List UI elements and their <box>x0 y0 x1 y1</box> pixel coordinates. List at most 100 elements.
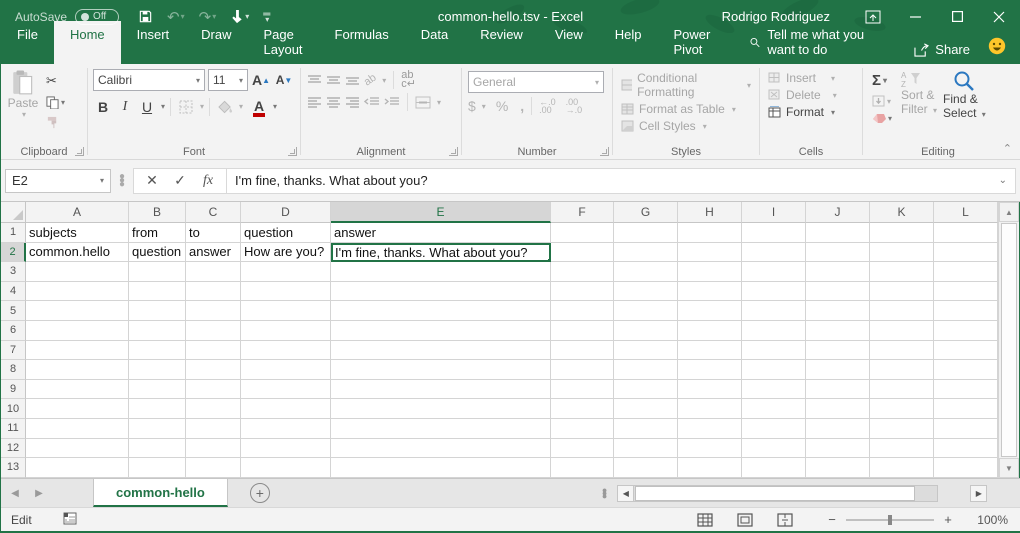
page-break-preview-button[interactable] <box>772 510 798 530</box>
cell-G10[interactable] <box>614 399 678 419</box>
cell-G1[interactable] <box>614 223 678 243</box>
user-name[interactable]: Rodrigo Rodriguez <box>722 9 830 24</box>
cell-F10[interactable] <box>551 399 614 419</box>
cell-D13[interactable] <box>241 458 331 478</box>
cell-H9[interactable] <box>678 380 742 400</box>
zoom-level[interactable]: 100% <box>964 513 1008 527</box>
autosum-button[interactable]: Σ▾ <box>869 70 895 91</box>
close-button[interactable] <box>978 0 1020 33</box>
cell-B11[interactable] <box>129 419 186 439</box>
font-color-button[interactable]: A <box>249 96 269 117</box>
cell-B4[interactable] <box>129 282 186 302</box>
cell-J1[interactable] <box>806 223 870 243</box>
row-header-9[interactable]: 9 <box>1 380 26 400</box>
column-header-I[interactable]: I <box>742 202 806 223</box>
cell-C10[interactable] <box>186 399 241 419</box>
cell-L9[interactable] <box>934 380 998 400</box>
undo-button[interactable]: ↶▾ <box>162 4 190 30</box>
cell-A10[interactable] <box>26 399 129 419</box>
cell-F5[interactable] <box>551 301 614 321</box>
cell-H7[interactable] <box>678 341 742 361</box>
column-header-D[interactable]: D <box>241 202 331 223</box>
cell-A5[interactable] <box>26 301 129 321</box>
tab-view[interactable]: View <box>539 21 599 64</box>
cell-I4[interactable] <box>742 282 806 302</box>
cell-H4[interactable] <box>678 282 742 302</box>
cell-H2[interactable] <box>678 243 742 263</box>
accounting-format-button[interactable]: $ <box>468 98 476 114</box>
cell-B10[interactable] <box>129 399 186 419</box>
cell-B2[interactable]: question <box>129 243 186 263</box>
cell-K13[interactable] <box>870 458 934 478</box>
cell-H12[interactable] <box>678 439 742 459</box>
find-select-button[interactable]: Find &Select ▾ <box>943 92 986 122</box>
cell-F7[interactable] <box>551 341 614 361</box>
cell-K5[interactable] <box>870 301 934 321</box>
cell-L10[interactable] <box>934 399 998 419</box>
tab-review[interactable]: Review <box>464 21 539 64</box>
tab-formulas[interactable]: Formulas <box>319 21 405 64</box>
column-header-G[interactable]: G <box>614 202 678 223</box>
cell-L13[interactable] <box>934 458 998 478</box>
cell-styles-button[interactable]: Cell Styles ▾ <box>621 119 751 133</box>
macro-record-button[interactable] <box>62 511 77 528</box>
cell-J10[interactable] <box>806 399 870 419</box>
cell-J12[interactable] <box>806 439 870 459</box>
cell-B12[interactable] <box>129 439 186 459</box>
cell-F13[interactable] <box>551 458 614 478</box>
formula-input[interactable]: I'm fine, thanks. What about you? ⌄ <box>227 168 1016 194</box>
page-layout-view-button[interactable] <box>732 510 758 530</box>
wrap-text-button[interactable]: abc↵ <box>401 71 416 89</box>
font-name-select[interactable]: Calibri ▾ <box>93 69 205 91</box>
zoom-in-button[interactable]: + <box>940 512 956 527</box>
cell-G11[interactable] <box>614 419 678 439</box>
vertical-scrollbar[interactable]: ▲ ▼ <box>998 202 1019 478</box>
font-size-select[interactable]: 11 ▾ <box>208 69 248 91</box>
cell-C2[interactable]: answer <box>186 243 241 263</box>
cell-K11[interactable] <box>870 419 934 439</box>
horizontal-scrollbar[interactable]: ◀ ▶ <box>617 479 987 507</box>
cell-L1[interactable] <box>934 223 998 243</box>
cell-D9[interactable] <box>241 380 331 400</box>
cell-F12[interactable] <box>551 439 614 459</box>
horizontal-scroll-thumb[interactable] <box>635 486 915 501</box>
cell-K1[interactable] <box>870 223 934 243</box>
cell-H11[interactable] <box>678 419 742 439</box>
middle-align-icon[interactable] <box>326 74 341 86</box>
redo-button[interactable]: ↷▾ <box>194 4 222 30</box>
customize-qat-button[interactable]: ═▾ <box>258 4 275 30</box>
column-header-H[interactable]: H <box>678 202 742 223</box>
cell-G3[interactable] <box>614 262 678 282</box>
new-sheet-button[interactable]: + <box>250 483 270 503</box>
tab-data[interactable]: Data <box>405 21 464 64</box>
cell-E13[interactable] <box>331 458 551 478</box>
cell-A11[interactable] <box>26 419 129 439</box>
cell-F1[interactable] <box>551 223 614 243</box>
cell-I1[interactable] <box>742 223 806 243</box>
maximize-button[interactable] <box>936 0 978 33</box>
cell-I9[interactable] <box>742 380 806 400</box>
row-header-2[interactable]: 2 <box>1 243 26 263</box>
format-as-table-button[interactable]: Format as Table ▾ <box>621 102 751 116</box>
cell-D12[interactable] <box>241 439 331 459</box>
cell-G6[interactable] <box>614 321 678 341</box>
vertical-scroll-thumb[interactable] <box>1001 223 1017 457</box>
cell-B1[interactable]: from <box>129 223 186 243</box>
cell-F9[interactable] <box>551 380 614 400</box>
cell-H5[interactable] <box>678 301 742 321</box>
horizontal-scroll-track[interactable] <box>634 485 938 502</box>
cell-F11[interactable] <box>551 419 614 439</box>
cell-B5[interactable] <box>129 301 186 321</box>
cell-C13[interactable] <box>186 458 241 478</box>
cell-J11[interactable] <box>806 419 870 439</box>
cell-A2[interactable]: common.hello <box>26 243 129 263</box>
cell-K12[interactable] <box>870 439 934 459</box>
cell-C8[interactable] <box>186 360 241 380</box>
scroll-down-button[interactable]: ▼ <box>999 458 1019 478</box>
cell-I11[interactable] <box>742 419 806 439</box>
cell-L12[interactable] <box>934 439 998 459</box>
column-header-A[interactable]: A <box>26 202 129 223</box>
row-header-3[interactable]: 3 <box>1 262 26 282</box>
cell-L11[interactable] <box>934 419 998 439</box>
cell-G9[interactable] <box>614 380 678 400</box>
